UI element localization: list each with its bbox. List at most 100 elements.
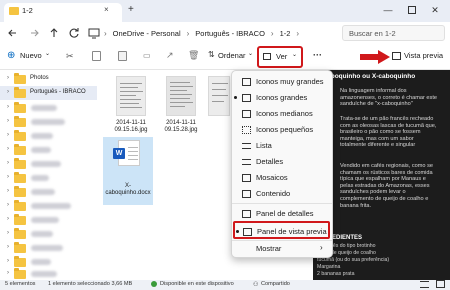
sidebar-item-label: Photos [30,75,49,81]
preview-ingredient: Margarina [317,264,341,270]
sidebar-item-blurred[interactable]: › [0,129,97,143]
breadcrumb-item[interactable]: Português - IBRACO [195,29,265,38]
menu-item-label: Contenido [256,189,291,198]
forward-icon[interactable] [27,26,41,40]
chevron-right-icon: › [7,258,9,264]
large-icons-view-icon[interactable] [436,280,445,288]
menu-item-details[interactable]: Detalles [236,154,329,170]
chevron-right-icon: › [7,230,9,236]
menu-item-details-pane[interactable]: Panel de detalles [236,206,329,222]
redacted-label [31,161,61,167]
menu-item-extra-large-icons[interactable]: Iconos muy grandes [236,74,329,90]
close-tab-icon[interactable]: × [104,5,109,14]
menu-item-list[interactable]: Lista [236,138,329,154]
rename-icon[interactable]: ▭ [143,51,151,60]
copy-icon[interactable] [92,51,101,61]
sidebar-item-blurred[interactable]: › [0,185,97,199]
new-button-label: Nuevo [20,51,42,60]
folder-icon [14,73,26,84]
sidebar-item-blurred[interactable]: › [0,143,97,157]
panel-icon [242,210,251,218]
folder-icon [14,228,26,239]
sidebar-item-blurred[interactable]: › [0,267,97,281]
image-thumbnail [116,76,146,116]
preview-pane-icon [243,228,252,236]
close-icon[interactable]: ✕ [428,3,442,17]
file-name: 2014-11-11 09.15.16.jpg [114,120,148,133]
red-arrow-annotation [360,50,390,64]
sidebar-item-blurred[interactable]: › [0,171,97,185]
preview-paragraph: Vendido em cafés regionais, como se cham… [340,163,433,209]
menu-item-large-icons[interactable]: Iconos grandes [234,90,329,106]
redacted-label [31,105,57,111]
menu-item-tiles[interactable]: Mosaicos [236,170,329,186]
sidebar-item-blurred[interactable]: › [0,199,97,213]
menu-divider [232,203,332,204]
details-view-icon[interactable] [420,281,429,288]
file-item-blurred[interactable] [207,76,231,118]
folder-icon [14,186,26,197]
folder-icon [9,7,19,15]
up-icon[interactable] [47,26,61,40]
paste-icon[interactable] [118,51,127,61]
folder-icon [14,116,26,127]
sidebar-item-photos[interactable]: › Photos [0,72,97,86]
chevron-right-icon: › [7,118,9,124]
maximize-icon[interactable] [405,3,419,17]
minimize-icon[interactable]: — [381,3,395,17]
cloud-check-icon [151,281,157,287]
file-name: 2014-11-11 09.15.28.jpg [164,120,198,133]
sidebar-item-portugues-ibraco[interactable]: › Português - IBRACO [0,86,97,100]
file-item[interactable]: 2014-11-11 09.15.28.jpg [157,76,205,138]
redacted-label [31,231,53,237]
chevron-right-icon: › [7,244,9,250]
chevron-right-icon: › [186,28,190,38]
menu-item-label: Lista [256,141,272,150]
new-button[interactable]: ⊕ Nuevo ⌄ [5,48,53,66]
chevron-right-icon: › [7,188,9,194]
sidebar-item-blurred[interactable]: › [0,213,97,227]
folder-icon [14,158,26,169]
menu-item-medium-icons[interactable]: Iconos medianos [236,106,329,122]
tiles-icon [242,174,251,182]
refresh-icon[interactable] [67,26,81,40]
preview-paragraph: Na linguagem informal dos amazonenses, o… [340,88,438,108]
sidebar-item-blurred[interactable]: › [0,115,97,129]
sidebar-item-blurred[interactable]: › [0,157,97,171]
chevron-right-icon: › [320,243,323,252]
details-icon [242,159,251,165]
folder-icon [14,200,26,211]
breadcrumb-item[interactable]: 1-2 [280,29,291,38]
sidebar-item-blurred[interactable]: › [0,241,97,255]
share-icon[interactable]: ↗ [166,50,174,61]
sort-button[interactable]: ⇅ Ordenar ⌄ [208,48,256,66]
menu-item-preview-pane[interactable]: Panel de vista previa [233,221,330,239]
selection-info: 1 elemento seleccionado 3,66 MB [48,281,133,287]
more-options-button[interactable]: ··· [313,50,322,60]
cut-icon[interactable]: ✂ [66,51,74,62]
menu-item-label: Mostrar [256,244,282,253]
delete-icon[interactable]: 🗑 [188,50,199,61]
sidebar-item-blurred[interactable]: › [0,227,97,241]
chevron-right-icon: › [7,270,9,276]
chevron-right-icon: › [7,174,9,180]
image-thumbnail [208,76,230,116]
menu-item-content[interactable]: Contenido [236,186,329,202]
sidebar-item-blurred[interactable]: › [0,101,97,115]
new-tab-button[interactable]: + [128,4,134,15]
folder-icon [14,268,26,279]
list-icon [242,143,251,149]
menu-item-small-icons[interactable]: Iconos pequeños [236,122,329,138]
search-input[interactable]: Buscar en 1-2 [342,25,445,41]
menu-item-label: Detalles [256,157,284,166]
preview-pane-button[interactable]: Vista previa [392,48,448,66]
back-icon[interactable] [6,26,20,40]
file-item[interactable]: 2014-11-11 09.15.16.jpg [107,76,155,138]
view-button[interactable]: Ver ⌄ [257,46,303,68]
breadcrumb-item[interactable]: OneDrive - Personal [113,29,181,38]
chevron-right-icon: › [7,146,9,152]
menu-item-label: Panel de detalles [256,209,314,218]
redacted-label [31,217,59,223]
menu-item-show[interactable]: Mostrar › [236,241,329,257]
sort-button-label: Ordenar [218,51,246,60]
